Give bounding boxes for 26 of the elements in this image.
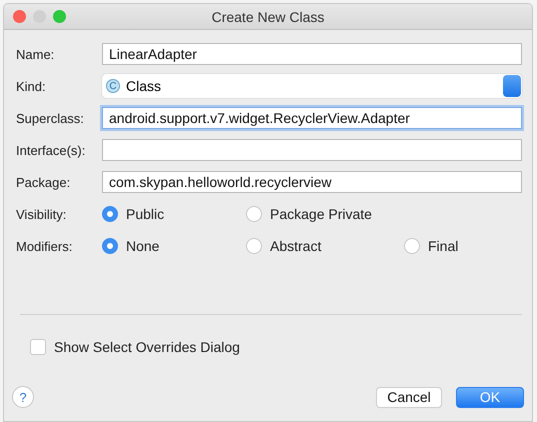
field-label: Interface(s):	[16, 142, 86, 158]
checkbox-option[interactable]: Show Select Overrides Dialog	[30, 339, 522, 355]
input-field[interactable]: android.support.v7.widget.RecyclerView.Adapter	[102, 107, 522, 129]
window-title: Create New Class	[212, 8, 324, 24]
kind-dropdown[interactable]: C Class	[102, 74, 522, 98]
input-field[interactable]: com.skypan.helloworld.recyclerview	[102, 171, 522, 193]
radio-option[interactable]: Final	[404, 238, 522, 254]
radio-option[interactable]: None	[102, 238, 246, 254]
input-field[interactable]	[102, 139, 522, 161]
input-field[interactable]: LinearAdapter	[102, 43, 522, 65]
help-button[interactable]: ?	[12, 386, 34, 408]
cancel-button[interactable]: Cancel	[376, 386, 442, 408]
field-label: Modifiers:	[16, 238, 74, 254]
zoom-button[interactable]	[53, 10, 66, 23]
field-label: Visibility:	[16, 206, 68, 222]
field-label: Name:	[16, 46, 56, 62]
checkbox[interactable]	[30, 339, 46, 355]
class-icon: C	[106, 79, 120, 93]
field-label: Kind:	[16, 78, 47, 94]
stepper-icon	[503, 75, 521, 97]
close-button[interactable]	[13, 10, 26, 23]
field-label: Superclass:	[16, 110, 85, 126]
field-label: Package:	[16, 174, 72, 190]
radio-option[interactable]: Package Private	[246, 206, 404, 222]
radio-option[interactable]: Abstract	[246, 238, 404, 254]
radio-option[interactable]: Public	[102, 206, 246, 222]
